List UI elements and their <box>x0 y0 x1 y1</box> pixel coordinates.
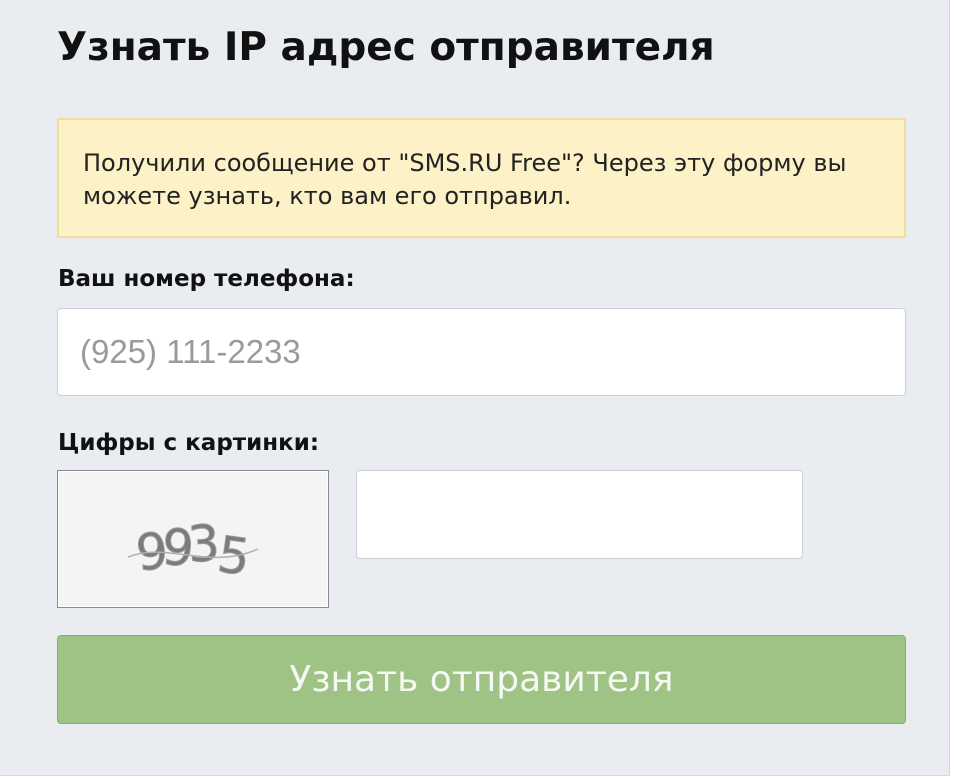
phone-label: Ваш номер телефона: <box>58 266 355 292</box>
captcha-image: 9 9 3 5 <box>57 470 329 608</box>
find-sender-button[interactable]: Узнать отправителя <box>57 635 906 724</box>
captcha-label: Цифры с картинки: <box>58 430 320 456</box>
page-title: Узнать IP адрес отправителя <box>57 25 715 70</box>
phone-input[interactable] <box>57 308 906 396</box>
info-notice-text: Получили сообщение от "SMS.RU Free"? Чер… <box>83 149 847 210</box>
captcha-input[interactable] <box>356 470 803 559</box>
info-notice: Получили сообщение от "SMS.RU Free"? Чер… <box>57 118 906 238</box>
sender-ip-form: Узнать IP адрес отправителя Получили соо… <box>0 0 950 776</box>
captcha-digits-graphic: 9 9 3 5 <box>127 514 259 588</box>
